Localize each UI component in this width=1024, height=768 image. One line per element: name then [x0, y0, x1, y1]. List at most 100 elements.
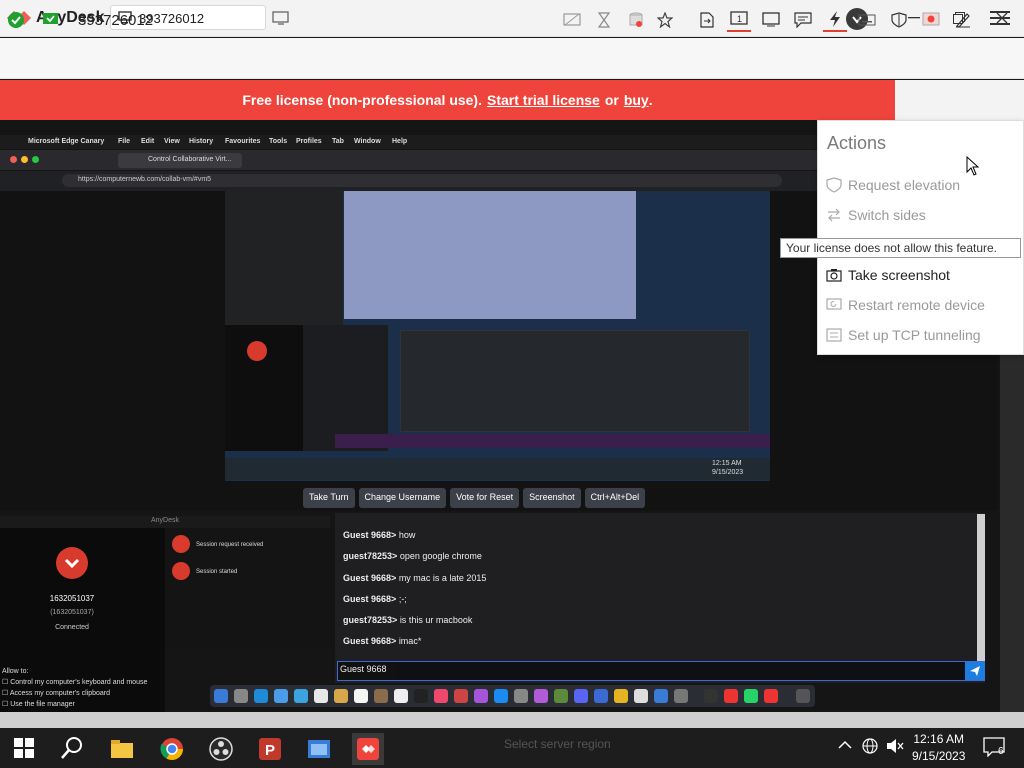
volume-muted-icon[interactable] [886, 738, 904, 754]
remote-anydesk-id-paren: (1632051037) [50, 609, 94, 616]
app-store-icon [494, 689, 508, 703]
messages-icon [294, 689, 308, 703]
shield-icon [826, 177, 842, 193]
start-trial-link[interactable]: Start trial license [487, 92, 600, 108]
anydesk-dock-icon [724, 689, 738, 703]
send-icon[interactable] [965, 662, 985, 680]
banner-end: . [648, 92, 653, 108]
record-icon[interactable] [919, 8, 943, 32]
settings-icon [514, 689, 528, 703]
mac-menu-window: Window [354, 138, 381, 145]
file-transfer-icon[interactable] [695, 8, 719, 32]
database-icon[interactable] [624, 8, 648, 32]
camera-icon [826, 268, 842, 282]
chat-message: guest78253> open google chrome [343, 551, 482, 561]
restart-remote-item[interactable]: Restart remote device [826, 297, 985, 313]
display-1-icon[interactable]: 1 [727, 8, 751, 32]
screenshot-button[interactable]: Screenshot [523, 488, 581, 508]
keyboard-icon[interactable] [855, 8, 879, 32]
license-tooltip: Your license does not allow this feature… [780, 238, 1021, 258]
chat-message: Guest 9668> how [343, 530, 416, 540]
star-icon[interactable] [653, 8, 677, 32]
tunnel-icon [826, 328, 842, 342]
session-log-text: Session started [196, 569, 238, 575]
display-icon[interactable] [759, 8, 783, 32]
chrome-icon[interactable] [156, 733, 188, 765]
request-elevation-label: Request elevation [848, 177, 961, 193]
tcp-tunneling-item[interactable]: Set up TCP tunneling [826, 327, 981, 343]
svg-text:P: P [265, 742, 275, 759]
vote-reset-button[interactable]: Vote for Reset [450, 488, 520, 508]
session-log-icon [172, 562, 190, 580]
mac-menu-history: History [189, 138, 214, 145]
vm-anydesk-log [303, 325, 388, 451]
vm-anydesk-window [225, 325, 303, 451]
svg-text:1: 1 [737, 14, 742, 24]
trash-icon [796, 689, 810, 703]
new-tab-icon[interactable] [272, 10, 290, 26]
file-explorer-icon[interactable] [106, 733, 138, 765]
session-log-text: Session request received [196, 542, 264, 548]
vm-time: 12:15 AM [712, 460, 742, 467]
session-id-label: 393726012 [78, 12, 154, 29]
mac-menu-view: View [164, 138, 180, 145]
hourglass-icon[interactable] [592, 8, 616, 32]
whiteboard-pen-icon[interactable] [951, 8, 975, 32]
actions-menu-title: Actions [827, 133, 887, 153]
take-turn-button[interactable]: Take Turn [303, 488, 355, 508]
chat-input[interactable] [398, 662, 964, 680]
photos-icon [314, 689, 328, 703]
tcp-tunneling-label: Set up TCP tunneling [848, 327, 981, 343]
search-icon[interactable] [60, 736, 84, 760]
switch-sides-label: Switch sides [848, 207, 926, 223]
chat-scrollbar[interactable] [977, 514, 985, 662]
chat-username: Guest 9668 [340, 664, 387, 674]
vm-dock [335, 434, 770, 448]
finder-icon [214, 689, 228, 703]
safari-icon [654, 689, 668, 703]
banner-spacer [895, 80, 1024, 120]
take-screenshot-item[interactable]: Take screenshot [826, 267, 950, 283]
permissions-shield-icon[interactable] [887, 8, 911, 32]
remote-browser-tab-title: Control Collaborative Virt... [148, 156, 232, 163]
app-icon [704, 689, 718, 703]
preview-icon [634, 689, 648, 703]
taskbar-time: 12:16 AM [913, 732, 965, 746]
windows-start-icon[interactable] [14, 738, 34, 758]
chat-icon[interactable] [791, 8, 815, 32]
connected-check-icon [8, 12, 24, 28]
ctrl-alt-del-button[interactable]: Ctrl+Alt+Del [584, 488, 646, 508]
obs-icon[interactable] [205, 733, 237, 765]
request-elevation-item[interactable]: Request elevation [826, 177, 960, 193]
menu-hamburger-icon[interactable] [990, 10, 1010, 26]
banner-or: or [604, 92, 619, 108]
app-p-icon[interactable]: P [254, 733, 286, 765]
chat-message: guest78253> is this ur macbook [343, 615, 473, 625]
chat-panel [335, 513, 985, 683]
app-window-icon[interactable] [303, 733, 335, 765]
session-log-icon [172, 535, 190, 553]
privacy-icon[interactable] [560, 8, 584, 32]
remote-anydesk-logo-icon [56, 547, 88, 579]
background-region-text: Select server region [504, 737, 611, 751]
mac-menu-help: Help [392, 138, 408, 145]
notifications-icon[interactable]: 6 [983, 737, 1005, 757]
session-toolbar [0, 38, 1024, 79]
take-screenshot-label: Take screenshot [848, 267, 950, 283]
taskbar-clock[interactable]: 12:16 AM 9/15/2023 [912, 731, 965, 765]
actions-lightning-icon[interactable] [823, 8, 847, 32]
minecraft-icon [554, 689, 568, 703]
anydesk-taskbar-icon[interactable] [352, 733, 384, 765]
language-globe-icon[interactable] [862, 738, 878, 754]
change-username-button[interactable]: Change Username [358, 488, 447, 508]
mac-menu-favourites: Favourites [225, 138, 261, 145]
remote-anydesk-status: Connected [55, 624, 89, 631]
contacts-icon [374, 689, 388, 703]
switch-sides-item[interactable]: Switch sides [826, 207, 926, 223]
notes-icon [334, 689, 348, 703]
restart-icon [826, 298, 842, 312]
banner-text: Free license (non-professional use). [242, 92, 482, 108]
tray-chevron-icon[interactable] [838, 740, 852, 750]
chat-message: Guest 9668> imac* [343, 636, 422, 646]
buy-link[interactable]: buy [624, 92, 649, 108]
